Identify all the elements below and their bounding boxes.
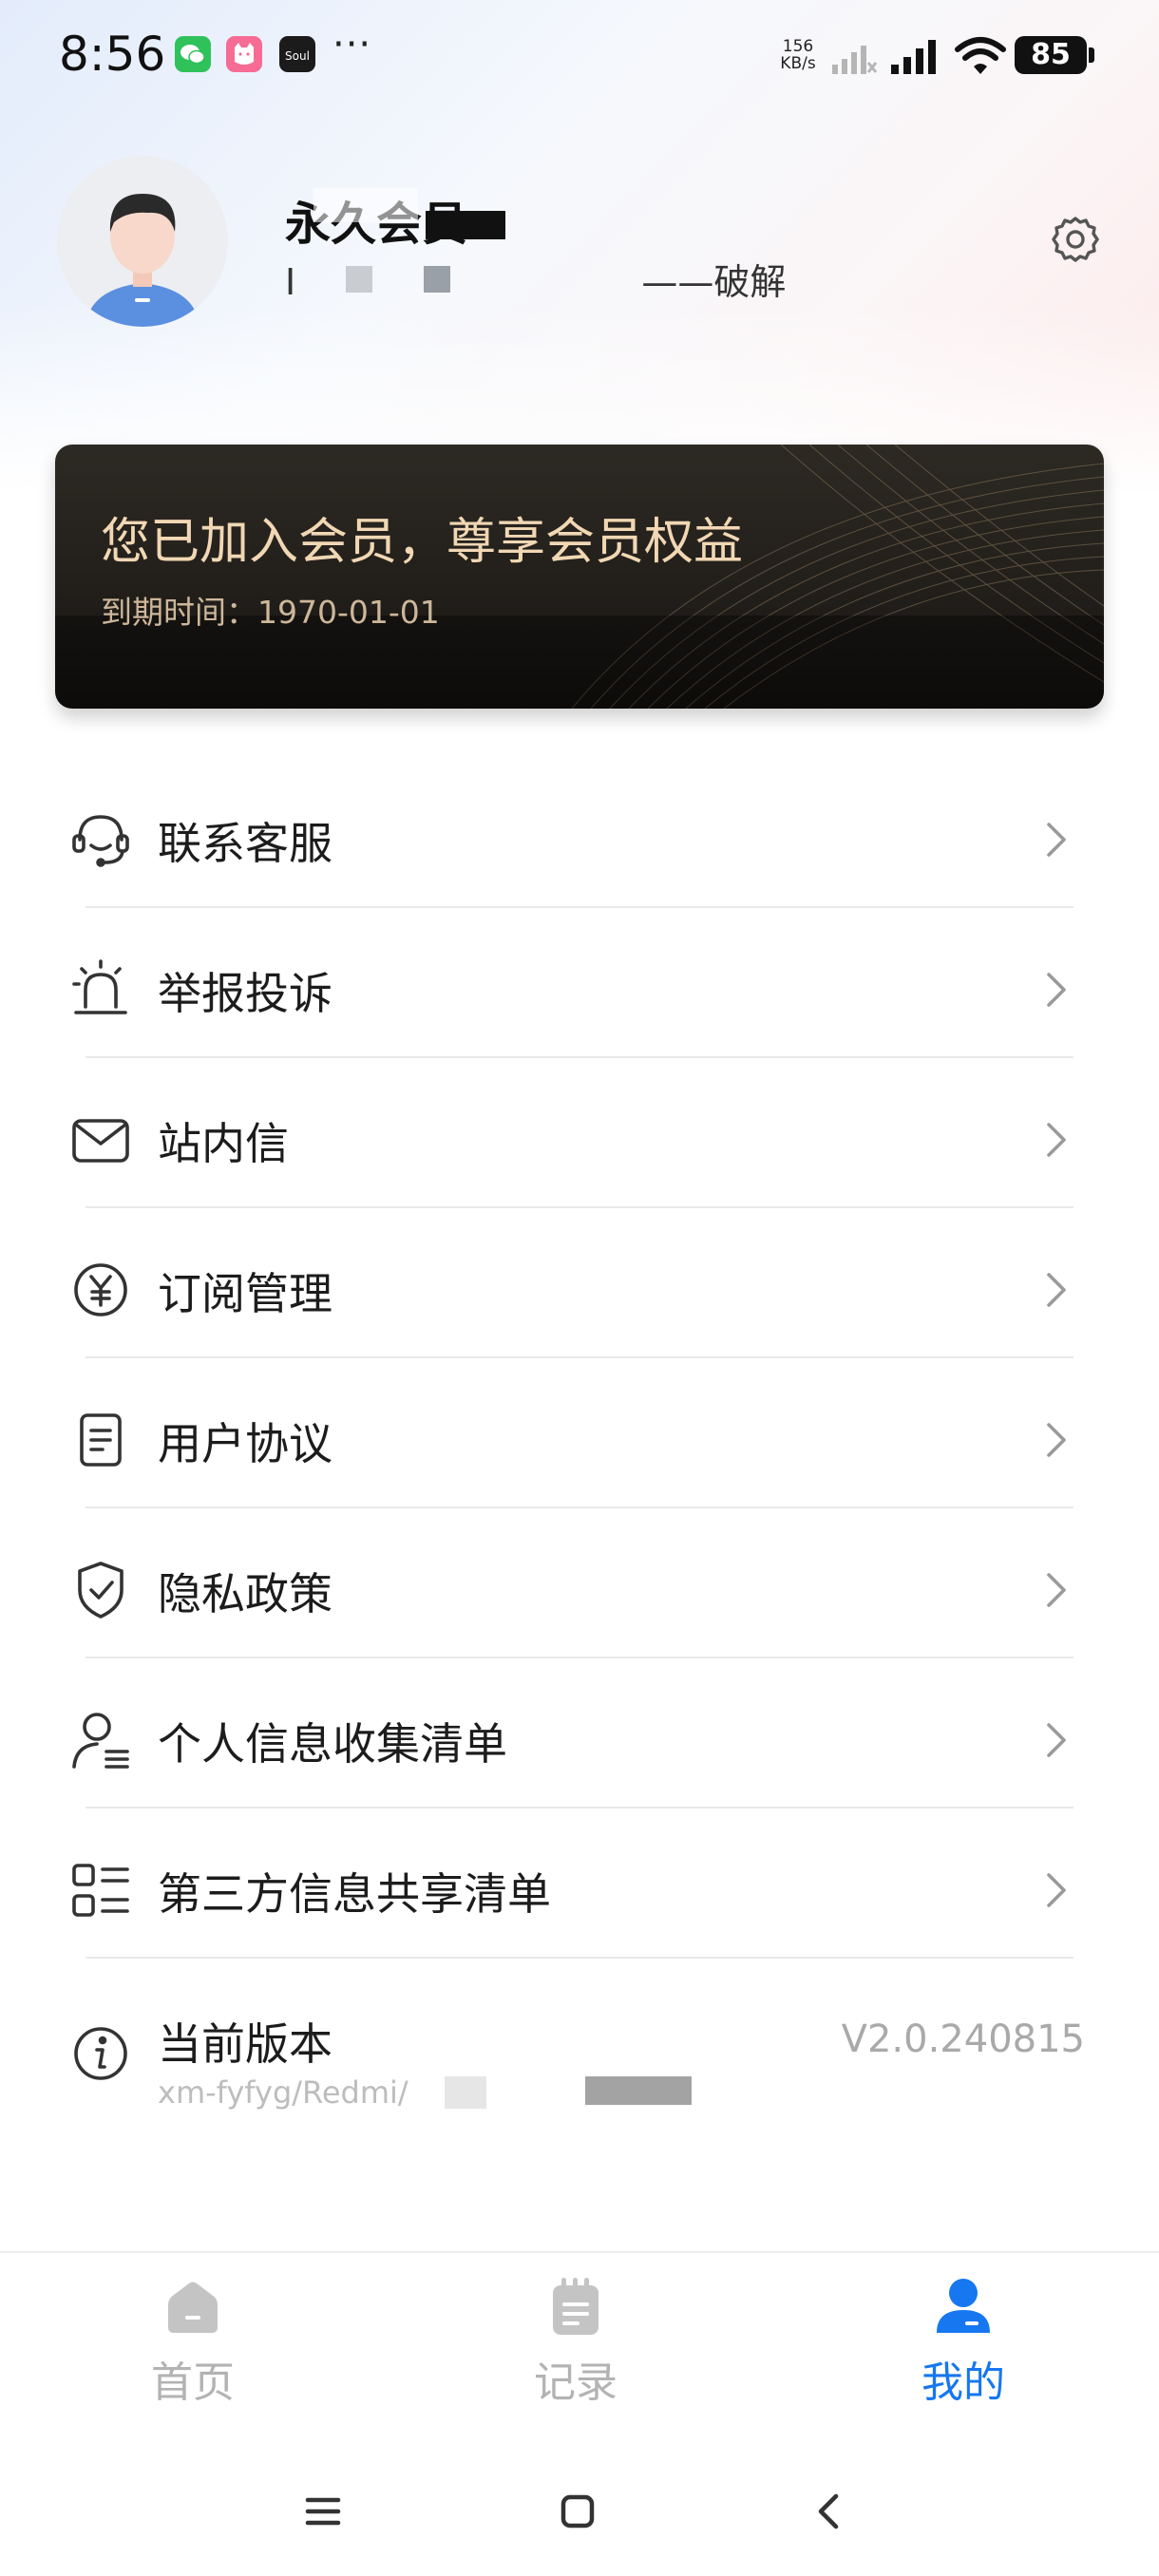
person-icon (937, 2279, 990, 2333)
menu-item-report[interactable]: 举报投诉 (0, 908, 1159, 1058)
tab-label: 我的 (922, 2358, 1005, 2407)
grid-list-icon (72, 1864, 129, 1917)
menu-label: 举报投诉 (158, 968, 332, 1019)
redaction-block (585, 2076, 692, 2105)
tab-label: 首页 (151, 2358, 235, 2407)
menu-label: 个人信息收集清单 (158, 1718, 507, 1770)
chevron-right-icon (1047, 1573, 1066, 1607)
menu-label: 订阅管理 (158, 1268, 332, 1319)
menu-item-user-agreement[interactable]: 用户协议 (0, 1358, 1159, 1508)
chevron-right-icon (1047, 1723, 1066, 1757)
status-time: 8:56 (59, 27, 166, 82)
membership-title: 您已加入会员，尊享会员权益 (101, 514, 744, 571)
signal-sim1-icon (891, 40, 936, 74)
status-bar: 8:56 Soul ··· 156 KB/s 85 (0, 0, 1159, 114)
default-avatar-icon (57, 156, 228, 327)
system-nav-bar (0, 2460, 1159, 2576)
soul-app-label: Soul (285, 49, 310, 63)
membership-expire-date: 到期时间：1970-01-01 (101, 594, 440, 631)
menu-item-subscription[interactable]: 订阅管理 (0, 1208, 1159, 1358)
net-speed-unit: KB/s (780, 54, 816, 73)
chevron-right-icon (1047, 973, 1066, 1007)
battery-level: 85 (1015, 36, 1087, 74)
tab-home[interactable]: 首页 (69, 2253, 316, 2424)
user-id-suffix: ——破解 (641, 261, 787, 303)
chevron-right-icon (1047, 823, 1066, 857)
chevron-right-icon (1047, 1273, 1066, 1307)
avatar[interactable] (57, 156, 228, 327)
version-label: 当前版本 (158, 2018, 332, 2070)
redaction-block (314, 188, 418, 222)
recent-apps-icon[interactable] (304, 2492, 342, 2530)
menu-item-personal-info-list[interactable]: 个人信息收集清单 (0, 1658, 1159, 1809)
version-number: V2.0.240815 (841, 2017, 1085, 2061)
signal-sim2-icon (832, 46, 878, 74)
user-id-prefix: I (285, 261, 296, 303)
redaction-block (424, 266, 450, 293)
net-speed-value: 156 (782, 37, 814, 56)
tab-mine[interactable]: 我的 (840, 2253, 1087, 2424)
menu-label: 用户协议 (158, 1418, 332, 1469)
version-device-info: xm-fyfyg/Redmi/ (158, 2074, 408, 2111)
user-list-icon (72, 1713, 129, 1769)
soul-app-icon: Soul (279, 36, 315, 72)
wechat-icon (175, 36, 211, 72)
yen-circle-icon (74, 1263, 127, 1316)
menu-label: 第三方信息共享清单 (158, 1868, 551, 1920)
chevron-right-icon (1047, 1873, 1066, 1907)
redaction-block (426, 211, 505, 239)
home-icon (168, 2282, 218, 2333)
menu-label: 站内信 (158, 1118, 289, 1169)
menu-label: 联系客服 (158, 818, 332, 869)
tab-label: 记录 (534, 2358, 618, 2407)
shield-check-icon (78, 1562, 124, 1619)
menu-item-inbox[interactable]: 站内信 (0, 1058, 1159, 1208)
mail-icon (72, 1119, 129, 1163)
menu-item-current-version[interactable]: 当前版本 xm-fyfyg/Redmi/ V2.0.240815 (0, 1959, 1159, 2130)
membership-card[interactable]: 您已加入会员，尊享会员权益 到期时间：1970-01-01 (55, 445, 1104, 709)
cat-app-icon (226, 36, 262, 72)
redaction-block (445, 2076, 486, 2109)
battery-tip (1089, 47, 1094, 63)
settings-gear-icon[interactable] (1051, 215, 1100, 264)
net-speed: 156 KB/s (775, 38, 821, 72)
info-icon (74, 2027, 127, 2080)
alarm-icon (72, 959, 127, 1014)
menu-item-contact-service[interactable]: 联系客服 (0, 758, 1159, 908)
redaction-block (346, 266, 372, 293)
menu-label: 隐私政策 (158, 1568, 332, 1619)
menu-item-third-party-sharing[interactable]: 第三方信息共享清单 (0, 1809, 1159, 1959)
chevron-right-icon (1047, 1423, 1066, 1457)
notebook-icon (553, 2278, 598, 2335)
more-notifications: ··· (332, 23, 372, 66)
back-icon[interactable] (809, 2491, 847, 2532)
tab-records[interactable]: 记录 (452, 2253, 699, 2424)
menu-item-privacy-policy[interactable]: 隐私政策 (0, 1508, 1159, 1658)
document-icon (80, 1413, 122, 1467)
chevron-right-icon (1047, 1123, 1066, 1157)
headset-icon (72, 815, 129, 867)
wifi-icon (955, 37, 1006, 74)
bottom-tab-bar: 首页 记录 我的 (0, 2251, 1159, 2422)
home-button-icon[interactable] (559, 2492, 597, 2530)
